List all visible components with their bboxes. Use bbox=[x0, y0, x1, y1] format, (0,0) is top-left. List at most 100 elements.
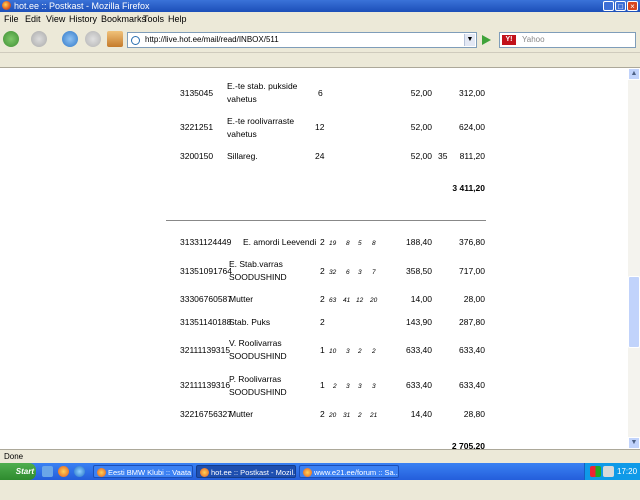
item-note: 2 bbox=[358, 412, 362, 419]
item-code: 31351140188 bbox=[180, 317, 232, 327]
system-tray: 17:20 bbox=[584, 463, 640, 480]
item-total: 811,20 bbox=[459, 151, 485, 161]
item-note: 2 bbox=[358, 348, 362, 355]
item-price: 52,00 bbox=[410, 88, 432, 98]
window-title: hot.ee :: Postkast - Mozilla Firefox bbox=[14, 1, 150, 11]
browser-quicklaunch-icon[interactable] bbox=[74, 466, 85, 477]
item-quantity: 1 bbox=[320, 380, 325, 390]
item-description: vahetus bbox=[227, 129, 257, 139]
item-quantity: 2 bbox=[320, 237, 325, 247]
network-icon[interactable] bbox=[603, 466, 614, 477]
page-content: 3135045 E.-te stab. pukside vahetus 6 52… bbox=[0, 68, 628, 449]
item-description: E.-te roolivarraste bbox=[227, 116, 295, 126]
item-price: 52,00 bbox=[410, 122, 432, 132]
taskbar-item-hotee[interactable]: hot.ee :: Postkast - Mozil... bbox=[196, 465, 296, 478]
firefox-icon bbox=[200, 468, 209, 477]
reload-icon[interactable] bbox=[62, 31, 78, 47]
item-quantity: 1 bbox=[320, 345, 325, 355]
item-note: 63 bbox=[329, 297, 337, 304]
item-description: E. amordi Leevendi bbox=[243, 237, 317, 247]
item-description: vahetus bbox=[227, 94, 257, 104]
address-text: http://live.hot.ee/mail/read/INBOX/511 bbox=[145, 35, 279, 44]
menu-bookmarks[interactable]: Bookmarks bbox=[101, 14, 146, 24]
taskbar-item-e21[interactable]: www.e21.ee/forum :: Sa... bbox=[299, 465, 399, 478]
menu-file[interactable]: File bbox=[4, 14, 19, 24]
item-total: 633,40 bbox=[459, 380, 485, 390]
item-code: 3135045 bbox=[180, 88, 214, 98]
menu-view[interactable]: View bbox=[46, 14, 65, 24]
item-note: 8 bbox=[372, 240, 376, 247]
show-desktop-icon[interactable] bbox=[42, 466, 53, 477]
minimize-button[interactable]: _ bbox=[603, 1, 614, 11]
search-input[interactable]: Yahoo bbox=[522, 34, 545, 46]
flag-icon[interactable] bbox=[590, 466, 601, 477]
scroll-up-icon[interactable]: ▲ bbox=[628, 68, 640, 80]
start-button[interactable]: Start bbox=[0, 463, 36, 480]
globe-icon bbox=[131, 36, 140, 45]
firefox-quicklaunch-icon[interactable] bbox=[58, 466, 69, 477]
taskbar-item-bmw[interactable]: Eesti BMW Klubi :: Vaata ... bbox=[93, 465, 193, 478]
item-code: 32216756327 bbox=[180, 409, 233, 419]
item-note: 32 bbox=[329, 269, 337, 276]
item-quantity: 6 bbox=[318, 88, 323, 98]
item-description: SOODUSHIND bbox=[229, 272, 287, 282]
item-price: 633,40 bbox=[406, 380, 432, 390]
item-quantity: 12 bbox=[315, 122, 325, 132]
task-label: www.e21.ee/forum :: Sa... bbox=[314, 468, 399, 477]
item-note: 2 bbox=[372, 348, 376, 355]
bookmarks-toolbar bbox=[0, 53, 640, 68]
forward-icon[interactable] bbox=[31, 31, 47, 47]
item-total: 717,00 bbox=[459, 266, 485, 276]
item-note: 21 bbox=[370, 412, 378, 419]
menu-tools[interactable]: Tools bbox=[143, 14, 164, 24]
firefox-icon bbox=[97, 468, 106, 477]
stop-icon[interactable] bbox=[85, 31, 101, 47]
item-code: 31331124449 bbox=[180, 237, 232, 247]
scroll-thumb[interactable] bbox=[628, 276, 640, 348]
status-text: Done bbox=[4, 452, 24, 461]
menu-bar: File Edit View History Bookmarks Tools H… bbox=[0, 12, 640, 27]
item-quantity: 2 bbox=[320, 317, 325, 327]
taskbar: Start Eesti BMW Klubi :: Vaata ... hot.e… bbox=[0, 463, 640, 480]
status-bar: Done bbox=[0, 449, 640, 464]
menu-history[interactable]: History bbox=[69, 14, 97, 24]
item-note: 3 bbox=[372, 383, 376, 390]
item-total: 312,00 bbox=[459, 88, 485, 98]
chevron-down-icon[interactable]: ▼ bbox=[464, 34, 475, 46]
window-titlebar[interactable]: hot.ee :: Postkast - Mozilla Firefox _ □… bbox=[0, 0, 640, 12]
item-description: Mutter bbox=[229, 294, 254, 304]
item-description: E. Stab.varras bbox=[229, 259, 283, 269]
search-box[interactable]: Y! Yahoo bbox=[499, 32, 636, 48]
item-price: 633,40 bbox=[406, 345, 432, 355]
back-icon[interactable] bbox=[3, 31, 19, 47]
go-icon[interactable] bbox=[480, 33, 492, 47]
address-bar[interactable]: http://live.hot.ee/mail/read/INBOX/511 ▼ bbox=[127, 32, 477, 48]
item-total: 633,40 bbox=[459, 345, 485, 355]
firefox-icon bbox=[303, 468, 312, 477]
item-description: Sillareg. bbox=[227, 151, 258, 161]
item-note: 2 bbox=[333, 383, 337, 390]
item-total: 28,00 bbox=[463, 294, 485, 304]
menu-edit[interactable]: Edit bbox=[25, 14, 41, 24]
maximize-button[interactable]: □ bbox=[615, 1, 626, 11]
item-note: 3 bbox=[346, 383, 350, 390]
item-note: 6 bbox=[346, 269, 350, 276]
item-quantity: 24 bbox=[315, 151, 325, 161]
task-label: hot.ee :: Postkast - Mozil... bbox=[211, 468, 296, 477]
start-label: Start bbox=[15, 467, 34, 476]
item-description: E.-te stab. pukside bbox=[227, 81, 298, 91]
close-button[interactable]: × bbox=[627, 1, 638, 11]
item-note: 5 bbox=[358, 240, 362, 247]
item-description: Stab. Puks bbox=[229, 317, 271, 327]
item-note: 10 bbox=[329, 348, 337, 355]
menu-help[interactable]: Help bbox=[168, 14, 187, 24]
clock[interactable]: 17:20 bbox=[617, 463, 637, 480]
item-note: 3 bbox=[358, 269, 362, 276]
vertical-scrollbar[interactable]: ▲ ▼ bbox=[628, 68, 640, 449]
item-code: 3221251 bbox=[180, 122, 214, 132]
item-total: 28,80 bbox=[463, 409, 485, 419]
item-price: 188,40 bbox=[406, 237, 432, 247]
home-icon[interactable] bbox=[107, 31, 123, 47]
scroll-down-icon[interactable]: ▼ bbox=[628, 437, 640, 449]
yahoo-logo-icon[interactable]: Y! bbox=[502, 35, 516, 45]
